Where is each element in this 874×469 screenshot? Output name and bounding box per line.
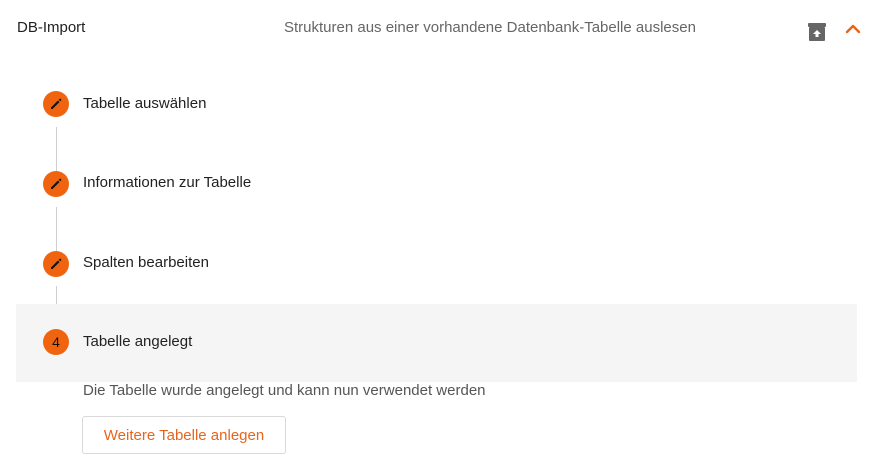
step-edit-badge	[43, 251, 69, 277]
archive-upload-icon	[808, 23, 826, 41]
pencil-icon	[51, 98, 62, 109]
step-label: Tabelle auswählen	[83, 95, 207, 112]
panel-subtitle: Strukturen aus einer vorhandene Datenban…	[284, 19, 696, 36]
step-informationen-zur-tabelle[interactable]: Informationen zur Tabelle	[16, 144, 857, 222]
step-edit-badge	[43, 171, 69, 197]
step-number-badge: 4	[43, 329, 69, 355]
step-label: Spalten bearbeiten	[83, 254, 209, 271]
step-content-text: Die Tabelle wurde angelegt und kann nun …	[83, 382, 486, 399]
archive-button[interactable]	[806, 21, 828, 43]
pencil-icon	[51, 258, 62, 269]
step-tabelle-auswaehlen[interactable]: Tabelle auswählen	[16, 64, 857, 142]
weitere-tabelle-anlegen-button[interactable]: Weitere Tabelle anlegen	[82, 416, 286, 454]
panel-title: DB-Import	[17, 19, 86, 36]
step-spalten-bearbeiten[interactable]: Spalten bearbeiten	[16, 223, 857, 301]
pencil-icon	[51, 178, 62, 189]
step-edit-badge	[43, 91, 69, 117]
step-label: Tabelle angelegt	[83, 333, 193, 350]
step-tabelle-angelegt[interactable]: 4 Tabelle angelegt	[16, 304, 857, 382]
chevron-up-icon	[845, 24, 861, 34]
collapse-button[interactable]	[842, 18, 864, 40]
db-import-panel: DB-Import Strukturen aus einer vorhanden…	[0, 0, 874, 469]
panel-header[interactable]: DB-Import Strukturen aus einer vorhanden…	[0, 0, 874, 58]
step-label: Informationen zur Tabelle	[83, 174, 252, 191]
